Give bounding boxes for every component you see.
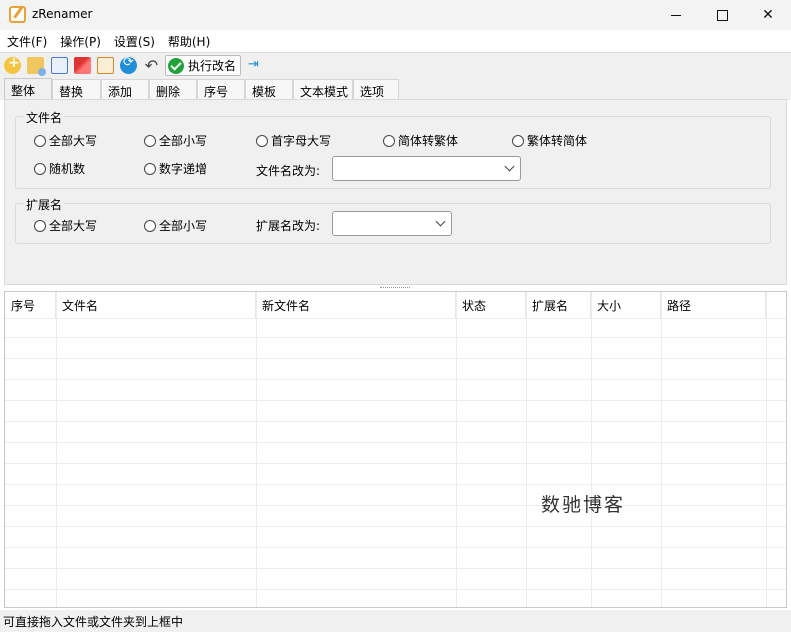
file-list-table[interactable]: 序号 文件名 新文件名 状态 扩展名 大小 路径 数驰博客 — [4, 291, 787, 608]
tab-sequence[interactable]: 序号 — [197, 79, 245, 100]
radio-ext-uppercase[interactable]: 全部大写 — [34, 217, 97, 234]
radio-circle — [34, 134, 46, 147]
tab-template[interactable]: 模板 — [245, 79, 293, 100]
grid-line — [5, 463, 786, 464]
copy-icon[interactable] — [51, 57, 68, 74]
menu-operate[interactable]: 操作(P) — [60, 33, 101, 50]
check-icon — [168, 57, 184, 74]
menu-file[interactable]: 文件(F) — [7, 33, 47, 50]
extension-group: 扩展名 全部大写 全部小写 扩展名改为: — [15, 196, 771, 244]
tab-delete[interactable]: 删除 — [149, 79, 197, 100]
radio-circle — [34, 219, 46, 232]
pin-icon[interactable]: ⇥ — [248, 57, 262, 74]
menu-settings[interactable]: 设置(S) — [114, 33, 155, 50]
options-panel: 文件名 全部大写 全部小写 首字母大写 简体转繁体 繁体转简体 随机数 数字递增… — [4, 99, 787, 285]
toolbar: ↶ 执行改名 ⇥ — [0, 52, 791, 78]
column-header-filename[interactable]: 文件名 — [56, 292, 256, 318]
chevron-down-icon — [435, 216, 446, 227]
execute-rename-label: 执行改名 — [188, 59, 237, 73]
grid-line — [5, 400, 786, 401]
rename-filename-label: 文件名改为: — [256, 164, 321, 178]
close-button[interactable]: ✕ — [745, 0, 791, 30]
watermark-text: 数驰博客 — [541, 494, 626, 516]
undo-icon[interactable]: ↶ — [143, 57, 160, 74]
grid-line — [56, 292, 57, 607]
refresh-icon[interactable] — [120, 55, 137, 74]
menu-help[interactable]: 帮助(H) — [168, 33, 210, 50]
tab-replace[interactable]: 替换 — [52, 79, 101, 100]
grid-line — [591, 292, 592, 607]
menu-bar: 文件(F) 操作(P) 设置(S) 帮助(H) — [0, 30, 791, 52]
grid-line — [5, 547, 786, 548]
grid-line — [456, 292, 457, 607]
radio-name-uppercase[interactable]: 全部大写 — [34, 132, 97, 149]
grid-line — [5, 318, 786, 319]
window-title: zRenamer — [32, 7, 93, 21]
execute-rename-button[interactable]: 执行改名 — [165, 55, 241, 76]
radio-circle — [144, 134, 156, 147]
splitter-handle[interactable] — [380, 287, 410, 290]
filename-group-label: 文件名 — [24, 109, 65, 126]
grid-line — [5, 442, 786, 443]
radio-number-increment[interactable]: 数字递增 — [144, 160, 207, 177]
filename-group: 文件名 全部大写 全部小写 首字母大写 简体转繁体 繁体转简体 随机数 数字递增… — [15, 109, 771, 189]
grid-line — [5, 358, 786, 359]
preview-icon[interactable] — [97, 57, 114, 74]
radio-circle — [144, 162, 156, 175]
clear-icon[interactable] — [74, 57, 91, 74]
grid-line — [5, 526, 786, 527]
column-header-size[interactable]: 大小 — [591, 292, 661, 318]
tab-overall[interactable]: 整体 — [4, 78, 52, 100]
radio-circle — [383, 134, 395, 147]
radio-name-lowercase[interactable]: 全部小写 — [144, 132, 207, 149]
radio-circle — [512, 134, 524, 147]
chevron-down-icon — [504, 161, 515, 172]
app-icon — [9, 6, 26, 23]
grid-line — [526, 292, 527, 607]
tab-options[interactable]: 选项 — [353, 79, 399, 100]
grid-line — [5, 421, 786, 422]
column-header-status[interactable]: 状态 — [456, 292, 526, 318]
grid-line — [5, 505, 786, 506]
filename-combo[interactable] — [332, 156, 521, 181]
grid-line — [5, 568, 786, 569]
tab-bar: 整体 替换 添加 删除 序号 模板 文本模式 选项 — [0, 78, 791, 100]
radio-circle — [34, 162, 46, 175]
maximize-button[interactable] — [699, 0, 745, 30]
radio-simplified-to-traditional[interactable]: 简体转繁体 — [383, 132, 458, 149]
radio-circle — [144, 219, 156, 232]
add-file-icon[interactable] — [4, 55, 21, 74]
column-header-new-filename[interactable]: 新文件名 — [256, 292, 456, 318]
grid-line — [5, 337, 786, 338]
status-text: 可直接拖入文件或文件夹到上框中 — [3, 615, 184, 629]
grid-line — [661, 292, 662, 607]
radio-random-number[interactable]: 随机数 — [34, 160, 85, 177]
grid-line — [5, 484, 786, 485]
extension-combo[interactable] — [332, 211, 452, 236]
grid-line — [5, 379, 786, 380]
tab-add[interactable]: 添加 — [101, 79, 149, 100]
column-header-path[interactable]: 路径 — [661, 292, 766, 318]
column-header-index[interactable]: 序号 — [5, 292, 56, 318]
add-folder-icon[interactable] — [27, 57, 46, 76]
rename-extension-label: 扩展名改为: — [256, 219, 321, 233]
status-bar: 可直接拖入文件或文件夹到上框中 — [0, 610, 791, 632]
radio-name-capitalize[interactable]: 首字母大写 — [256, 132, 331, 149]
grid-line — [766, 292, 767, 607]
column-header-extension[interactable]: 扩展名 — [526, 292, 591, 318]
grid-line — [256, 292, 257, 607]
tab-text-mode[interactable]: 文本模式 — [293, 79, 353, 100]
grid-line — [5, 589, 786, 590]
radio-traditional-to-simplified[interactable]: 繁体转简体 — [512, 132, 587, 149]
radio-circle — [256, 134, 268, 147]
minimize-button[interactable] — [653, 0, 699, 30]
title-bar: zRenamer ✕ — [0, 0, 791, 30]
radio-ext-lowercase[interactable]: 全部小写 — [144, 217, 207, 234]
extension-group-label: 扩展名 — [24, 196, 65, 213]
